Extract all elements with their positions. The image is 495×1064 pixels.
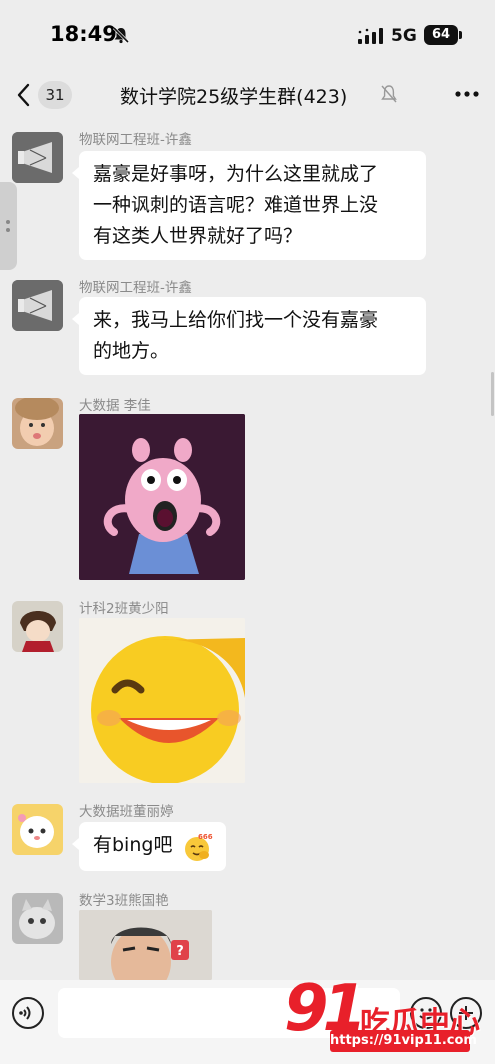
sender-name: 大数据 李佳 — [79, 398, 151, 414]
unread-count-badge[interactable]: 31 — [38, 81, 72, 109]
chat-header: 31 数计学院25级学生群(423) — [0, 70, 495, 120]
man-photo-sticker-icon: ? — [79, 910, 212, 980]
battery-icon: 64 — [424, 25, 458, 45]
avatar[interactable] — [12, 398, 63, 449]
anime-avatar-icon — [12, 601, 63, 652]
sticker-image[interactable] — [79, 618, 245, 783]
emoji-666-icon: 666 — [183, 832, 213, 862]
avatar[interactable] — [12, 804, 63, 855]
more-options-icon[interactable] — [455, 90, 479, 98]
sticker-image[interactable] — [79, 414, 245, 580]
message-text-line: 有这类人世界就好了吗？ — [93, 225, 303, 247]
network-label: 5G — [391, 26, 417, 46]
voice-wave-icon — [19, 1006, 31, 1020]
status-bar: 18:49 5G 64 — [0, 0, 495, 70]
avatar[interactable] — [12, 280, 63, 331]
back-icon[interactable] — [14, 82, 34, 108]
emoji-badge-text: 666 — [198, 833, 213, 841]
watermark-url: https://91vip11.com — [330, 1030, 477, 1052]
signal-icon — [358, 28, 383, 44]
group-title[interactable]: 数计学院25级学生群(423) — [120, 82, 347, 109]
voice-button[interactable] — [12, 997, 44, 1029]
sender-name: 大数据班董丽婷 — [79, 804, 174, 820]
laughing-emoji-sticker-icon — [79, 618, 245, 783]
avatar[interactable] — [12, 601, 63, 652]
megaphone-avatar-icon — [12, 132, 63, 183]
floating-side-handle[interactable] — [0, 182, 17, 270]
message-text-line: 一种讽刺的语言呢？难道世界上没 — [93, 194, 379, 216]
scrollbar-thumb[interactable] — [491, 372, 494, 416]
sender-name: 物联网工程班-许鑫 — [79, 132, 192, 148]
mute-icon — [381, 85, 397, 103]
sender-name: 物联网工程班-许鑫 — [79, 280, 192, 296]
cat-avatar-icon — [12, 893, 63, 944]
sender-name: 计科2班黄少阳 — [79, 601, 169, 617]
baby-avatar-icon — [12, 398, 63, 449]
sticker-image[interactable]: ? — [79, 910, 212, 980]
sender-name: 数学3班熊国艳 — [79, 893, 169, 909]
message-text-line: 来，我马上给你们找一个没有嘉豪 — [93, 309, 379, 331]
message-bubble[interactable]: 有bing吧 666 — [72, 822, 226, 871]
message-bubble[interactable]: 嘉豪是好事呀，为什么这里就成了 一种讽刺的语言呢？难道世界上没 有这类人世界就好… — [72, 151, 426, 260]
avatar[interactable] — [12, 893, 63, 944]
peppa-pig-sticker-icon — [79, 414, 245, 580]
cartoon-avatar-icon — [12, 804, 63, 855]
battery-tip — [459, 31, 462, 39]
watermark: 91 吃瓜中心 https://91vip11.com — [278, 970, 495, 1064]
sticker-badge-text: ? — [176, 944, 184, 959]
status-time: 18:49 — [50, 22, 117, 46]
avatar[interactable] — [12, 132, 63, 183]
message-text-line: 的地方。 — [93, 340, 170, 362]
megaphone-avatar-icon — [12, 280, 63, 331]
bell-off-icon — [112, 26, 130, 44]
message-bubble[interactable]: 来，我马上给你们找一个没有嘉豪 的地方。 — [72, 297, 426, 375]
message-text-line: 嘉豪是好事呀，为什么这里就成了 — [93, 163, 379, 185]
